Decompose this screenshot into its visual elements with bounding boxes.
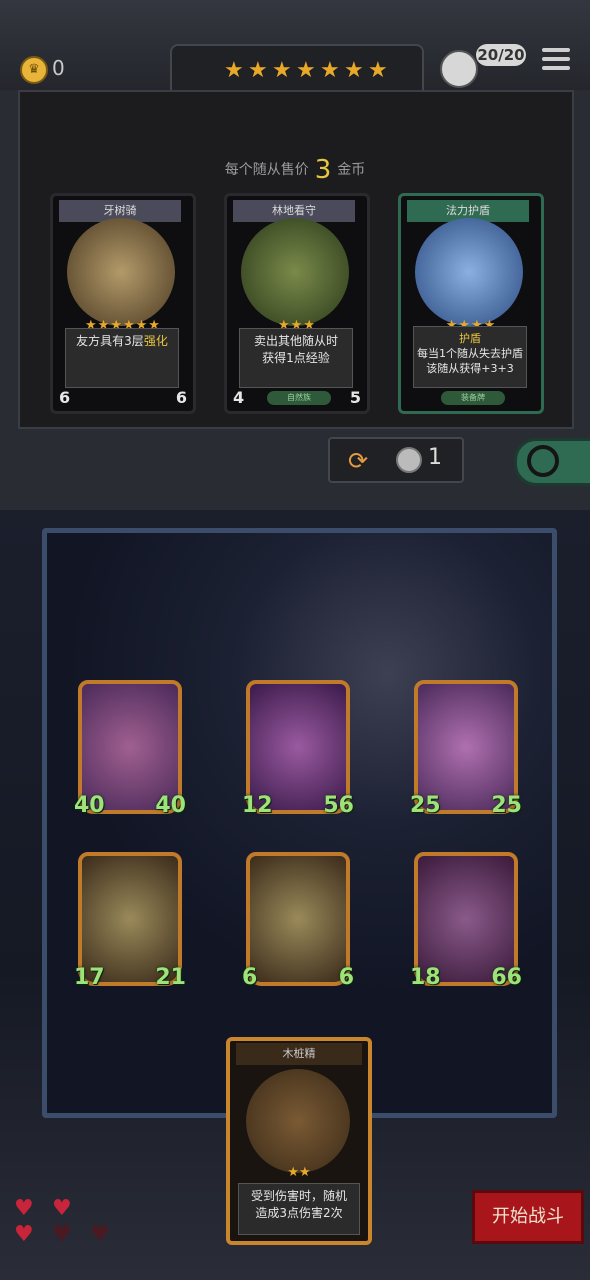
board-unit-4[interactable]: 17 21 bbox=[74, 852, 186, 990]
unit-health: 21 bbox=[155, 965, 186, 990]
heart-empty-icon: ♥ bbox=[52, 1222, 72, 1247]
unit-attack: 40 bbox=[74, 793, 105, 818]
card-attack: 6 bbox=[59, 388, 71, 407]
card-desc-line: 造成3点伤害2次 bbox=[255, 1206, 343, 1220]
card-type-tag: 装备牌 bbox=[441, 391, 505, 405]
heart-full-icon: ♥ bbox=[14, 1196, 34, 1221]
unit-attack: 12 bbox=[242, 793, 273, 818]
card-art bbox=[241, 218, 349, 326]
tier-star-icon: ★ bbox=[344, 58, 364, 83]
card-desc-line: 卖出其他随从时 bbox=[253, 334, 338, 348]
refresh-icon[interactable]: ⟳ bbox=[348, 447, 368, 475]
card-description: 受到伤害时，随机 造成3点伤害2次 bbox=[238, 1183, 360, 1235]
heart-empty-icon: ♥ bbox=[90, 1222, 110, 1247]
card-name: 木桩精 bbox=[236, 1043, 362, 1065]
tier-star-icon: ★ bbox=[296, 58, 316, 83]
unit-health: 6 bbox=[338, 965, 354, 990]
card-desc-line: 该随从获得+3+3 bbox=[426, 362, 514, 375]
menu-icon[interactable] bbox=[542, 48, 570, 74]
card-art bbox=[246, 1069, 350, 1173]
board-unit-3[interactable]: 25 25 bbox=[410, 680, 522, 818]
refresh-panel: ⟳ 1 bbox=[328, 437, 464, 483]
unit-health: 66 bbox=[491, 965, 522, 990]
tier-star-icon: ★ bbox=[224, 58, 244, 83]
board-unit-1[interactable]: 40 40 bbox=[74, 680, 186, 818]
sell-price-info: 每个随从售价 3 金币 bbox=[0, 155, 590, 185]
card-description: 卖出其他随从时 获得1点经验 bbox=[239, 328, 353, 388]
card-art bbox=[67, 218, 175, 326]
unit-health: 25 bbox=[491, 793, 522, 818]
card-health: 5 bbox=[349, 388, 361, 407]
silver-coin-icon bbox=[396, 447, 422, 473]
shop-card-2[interactable]: 林地看守 ★★★ 卖出其他随从时 获得1点经验 4 自然族 5 bbox=[224, 193, 370, 414]
search-icon bbox=[527, 445, 559, 477]
gold-count: 0 bbox=[52, 56, 65, 80]
unit-attack: 18 bbox=[410, 965, 441, 990]
shop-card-3[interactable]: 法力护盾 ★★★★ 护盾 每当1个随从失去护盾 该随从获得+3+3 装备牌 bbox=[398, 193, 544, 414]
unit-attack: 25 bbox=[410, 793, 441, 818]
tier-star-icon: ★ bbox=[320, 58, 340, 83]
hand-card[interactable]: 木桩精 ★★ 受到伤害时，随机 造成3点伤害2次 bbox=[226, 1037, 372, 1245]
card-desc-line: 受到伤害时，随机 bbox=[250, 1189, 347, 1203]
card-description: 友方具有3层强化 bbox=[65, 328, 179, 388]
shop-area: ♛ 0 ★ ★ ★ ★ ★ ★ ★ 20/20 每个随从售价 3 金币 牙树骑 ★★… bbox=[0, 0, 590, 510]
tier-stars-plate: ★ ★ ★ ★ ★ ★ ★ bbox=[170, 44, 424, 96]
card-desc-keyword: 强化 bbox=[143, 334, 168, 348]
card-health: 6 bbox=[175, 388, 187, 407]
tier-star-icon: ★ bbox=[248, 58, 268, 83]
card-description: 护盾 每当1个随从失去护盾 该随从获得+3+3 bbox=[413, 326, 527, 388]
board-unit-6[interactable]: 18 66 bbox=[410, 852, 522, 990]
shop-card-1[interactable]: 牙树骑 ★★★★★★ 友方具有3层强化 6 6 bbox=[50, 193, 196, 414]
sell-price-suffix: 金币 bbox=[337, 162, 366, 178]
card-tribe-tag: 自然族 bbox=[267, 391, 331, 405]
sell-price-value: 3 bbox=[314, 155, 332, 185]
card-desc-line: 每当1个随从失去护盾 bbox=[417, 347, 523, 360]
card-stars: ★★ bbox=[287, 1165, 311, 1180]
board-window bbox=[42, 528, 557, 1118]
refresh-cost: 1 bbox=[428, 445, 442, 470]
heart-full-icon: ♥ bbox=[52, 1196, 72, 1221]
unit-health: 56 bbox=[323, 793, 354, 818]
gold-coin-icon: ♛ bbox=[20, 56, 48, 84]
unit-attack: 6 bbox=[242, 965, 258, 990]
board-unit-2[interactable]: 12 56 bbox=[242, 680, 354, 818]
card-desc-keyword: 护盾 bbox=[459, 332, 481, 345]
board-unit-5[interactable]: 6 6 bbox=[242, 852, 354, 990]
start-battle-button[interactable]: 开始战斗 bbox=[472, 1190, 584, 1244]
card-art bbox=[415, 218, 523, 326]
card-desc-line: 获得1点经验 bbox=[262, 351, 330, 365]
card-desc-text: 友方具有3层 bbox=[76, 334, 144, 348]
turn-counter: 20/20 bbox=[476, 44, 526, 66]
tier-star-icon: ★ bbox=[272, 58, 292, 83]
sell-price-prefix: 每个随从售价 bbox=[224, 162, 309, 178]
unit-health: 40 bbox=[155, 793, 186, 818]
heart-full-icon: ♥ bbox=[14, 1222, 34, 1247]
tier-star-icon: ★ bbox=[368, 58, 388, 83]
unit-attack: 17 bbox=[74, 965, 105, 990]
player-avatar[interactable] bbox=[440, 50, 478, 88]
card-attack: 4 bbox=[233, 388, 245, 407]
search-button[interactable] bbox=[514, 438, 590, 486]
